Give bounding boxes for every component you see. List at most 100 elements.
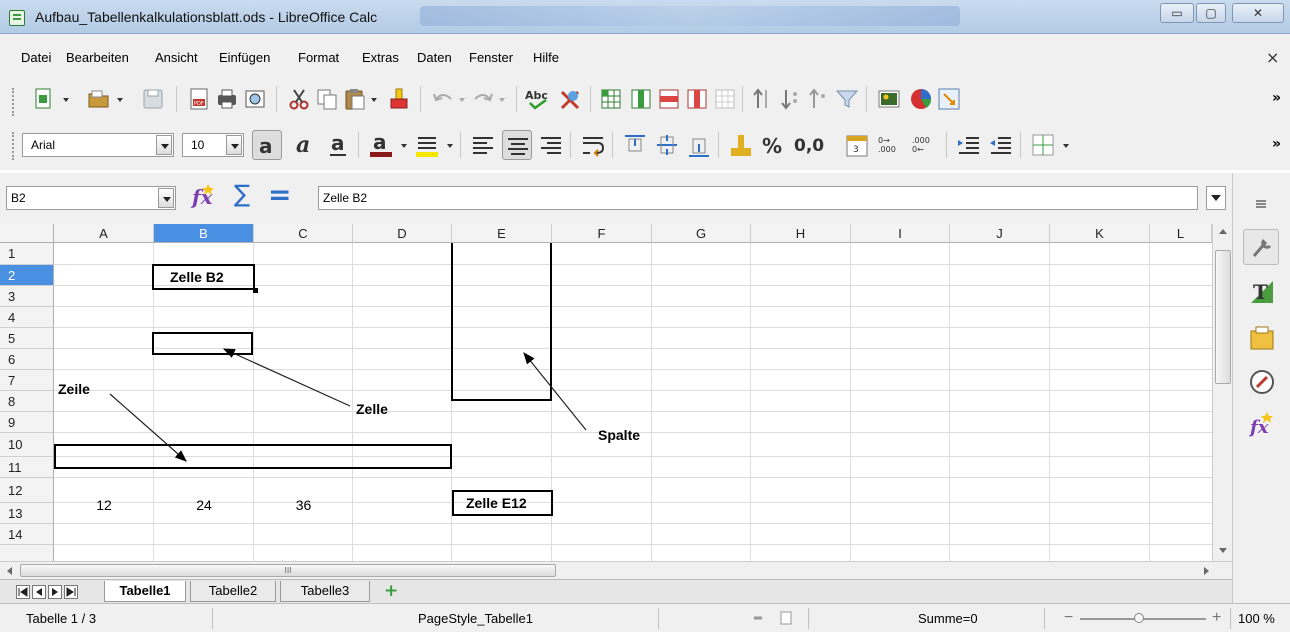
font-name-combo[interactable]: Arial [22, 133, 174, 157]
close-window-button[interactable]: ✕ [1232, 3, 1284, 23]
spellcheck-icon[interactable]: Abc [524, 86, 554, 112]
filter-icon[interactable] [834, 86, 860, 112]
currency-format-icon[interactable] [726, 130, 756, 160]
toolbar-grip[interactable] [12, 88, 15, 116]
zoom-slider-thumb[interactable] [1134, 613, 1144, 623]
toolbar-grip[interactable] [12, 132, 15, 160]
pivot-table-icon[interactable] [936, 86, 962, 112]
menu-format[interactable]: Format [298, 50, 339, 65]
sort-descending-icon[interactable] [778, 86, 804, 112]
copy-icon[interactable] [314, 86, 340, 112]
menu-extras[interactable]: Extras [362, 50, 399, 65]
merge-cells-icon[interactable] [712, 86, 738, 112]
formula-icon[interactable]: = [268, 178, 291, 211]
clone-formatting-icon[interactable] [386, 86, 412, 112]
export-pdf-icon[interactable]: PDF [186, 86, 212, 112]
first-sheet-icon[interactable] [16, 585, 30, 599]
name-box-dropdown-icon[interactable] [158, 188, 174, 208]
save-icon[interactable] [140, 86, 166, 112]
toolbar-more-icon[interactable]: » [1272, 90, 1281, 106]
chart-icon[interactable] [908, 86, 934, 112]
page-style[interactable]: PageStyle_Tabelle1 [418, 611, 533, 626]
sum-status[interactable]: Summe=0 [918, 611, 978, 626]
horizontal-scrollbar[interactable]: III [0, 561, 1232, 579]
align-bottom-icon[interactable] [684, 130, 714, 160]
last-sheet-icon[interactable] [64, 585, 78, 599]
sidebar-menu-icon[interactable] [1251, 193, 1271, 213]
sheet-tab-tabelle3[interactable]: Tabelle3 [280, 581, 370, 602]
highlight-dropdown-icon[interactable] [444, 132, 456, 158]
autofilter-icon[interactable] [806, 86, 832, 112]
scroll-right-icon[interactable] [1200, 565, 1212, 577]
zoom-out-icon[interactable]: − [1064, 609, 1073, 627]
increase-indent-icon[interactable] [954, 130, 984, 160]
open-dropdown-arrow-icon[interactable] [114, 86, 126, 112]
toolbar-more-icon[interactable]: » [1272, 136, 1281, 152]
vertical-scroll-thumb[interactable] [1215, 250, 1231, 384]
align-left-icon[interactable] [468, 130, 498, 160]
new-document-icon[interactable] [30, 86, 56, 112]
document-modified-icon[interactable] [778, 610, 794, 626]
cut-icon[interactable] [286, 86, 312, 112]
row-delete-icon[interactable] [656, 86, 682, 112]
paste-dropdown-arrow-icon[interactable] [368, 86, 380, 112]
navigator-icon[interactable] [1247, 367, 1277, 397]
name-box[interactable]: B2 [6, 186, 176, 210]
function-wizard-icon[interactable]: fx [190, 180, 220, 210]
column-insert-icon[interactable] [628, 86, 654, 112]
next-sheet-icon[interactable] [48, 585, 62, 599]
menu-fenster[interactable]: Fenster [469, 50, 513, 65]
close-document-icon[interactable]: × [1266, 48, 1279, 67]
underline-button[interactable]: a [324, 130, 354, 160]
remove-decimal-button[interactable]: .000 0← [912, 136, 942, 154]
zoom-in-icon[interactable]: + [1212, 609, 1221, 627]
borders-icon[interactable] [1028, 130, 1058, 160]
number-format-button[interactable]: 0,0 [794, 136, 824, 156]
minimize-button[interactable]: ▭ [1160, 3, 1194, 23]
menu-hilfe[interactable]: Hilfe [533, 50, 559, 65]
percent-format-button[interactable]: % [762, 134, 782, 158]
print-icon[interactable] [214, 86, 240, 112]
scroll-up-icon[interactable] [1217, 226, 1229, 238]
column-delete-icon[interactable] [684, 86, 710, 112]
menu-daten[interactable]: Daten [417, 50, 452, 65]
properties-icon[interactable] [1243, 229, 1279, 265]
gallery-icon[interactable] [1247, 323, 1277, 353]
image-icon[interactable] [876, 86, 902, 112]
align-top-icon[interactable] [620, 130, 650, 160]
font-color-icon[interactable]: a [366, 130, 396, 160]
insert-mode-icon[interactable] [752, 612, 764, 624]
new-dropdown-arrow-icon[interactable] [60, 86, 72, 112]
styles-icon[interactable]: T [1247, 277, 1277, 307]
redo-dropdown-arrow-icon[interactable] [496, 86, 508, 112]
scroll-down-icon[interactable] [1217, 544, 1229, 556]
undo-dropdown-arrow-icon[interactable] [456, 86, 468, 112]
bold-button[interactable]: a [252, 130, 282, 160]
menu-ansicht[interactable]: Ansicht [155, 50, 198, 65]
sum-icon[interactable]: ∑ [234, 180, 250, 208]
sheet-tab-tabelle1[interactable]: Tabelle1 [104, 581, 186, 602]
print-preview-icon[interactable] [242, 86, 268, 112]
add-decimal-button[interactable]: 0→ .000 [878, 136, 908, 154]
font-size-combo[interactable]: 10 [182, 133, 244, 157]
row-insert-icon[interactable] [598, 86, 624, 112]
formula-expand-icon[interactable] [1206, 186, 1226, 210]
autospellcheck-icon[interactable] [558, 86, 584, 112]
menu-bearbeiten[interactable]: Bearbeiten [66, 50, 129, 65]
undo-icon[interactable] [430, 86, 456, 112]
sort-ascending-icon[interactable] [750, 86, 776, 112]
open-icon[interactable] [86, 86, 112, 112]
vertical-scrollbar[interactable] [1212, 224, 1232, 561]
italic-button[interactable]: a [290, 130, 320, 160]
previous-sheet-icon[interactable] [32, 585, 46, 599]
zoom-level[interactable]: 100 % [1238, 611, 1275, 626]
align-right-icon[interactable] [536, 130, 566, 160]
paste-icon[interactable] [342, 86, 368, 112]
wrap-text-icon[interactable] [578, 130, 608, 160]
highlight-color-icon[interactable] [412, 130, 442, 160]
align-middle-icon[interactable] [652, 130, 682, 160]
font-size-dropdown-icon[interactable] [226, 135, 242, 155]
font-color-dropdown-icon[interactable] [398, 132, 410, 158]
decrease-indent-icon[interactable] [986, 130, 1016, 160]
scroll-left-icon[interactable] [4, 565, 16, 577]
